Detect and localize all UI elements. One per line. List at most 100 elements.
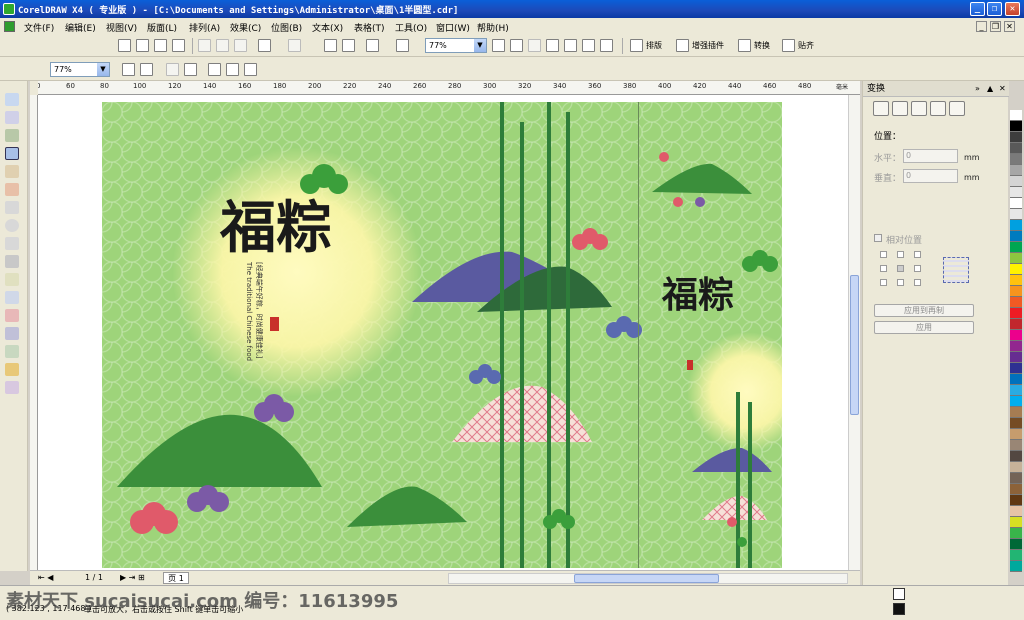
palette-swatch[interactable] [1010,121,1022,132]
enhance-plugin-icon[interactable] [676,39,689,52]
horizontal-scrollbar[interactable] [448,573,848,584]
zoom-selected-icon[interactable] [528,39,541,52]
menu-edit[interactable]: 编辑(E) [65,21,96,34]
crop-tool-icon[interactable] [5,129,19,142]
zoom-in-icon[interactable] [122,63,135,76]
palette-swatch[interactable] [1010,198,1022,209]
anchor-center[interactable] [897,265,904,272]
palette-swatch[interactable] [1010,176,1022,187]
drawing-canvas[interactable]: 福粽 福粽 [经典端午好粽，时尚健康佳礼] The traditional Ch… [38,95,848,570]
imposition-icon[interactable] [630,39,643,52]
vertical-ruler[interactable] [30,95,38,570]
property-zoom-select[interactable]: 77% ▼ [50,62,110,77]
apply-to-duplicate-button[interactable]: 应用到再制 [874,304,974,317]
palette-swatch[interactable] [1010,385,1022,396]
palette-swatch[interactable] [1010,165,1022,176]
menu-text[interactable]: 文本(X) [312,21,343,34]
zoom-all-icon[interactable] [546,39,559,52]
interactive-tool-icon[interactable] [5,309,19,322]
palette-swatch[interactable] [1010,319,1022,330]
zoom-out-icon[interactable] [140,63,153,76]
palette-swatch[interactable] [1010,506,1022,517]
palette-swatch[interactable] [1010,242,1022,253]
fill-indicator-icon[interactable] [893,588,905,600]
horizontal-field[interactable]: 0 [903,149,958,163]
palette-swatch[interactable] [1010,154,1022,165]
imposition-label[interactable]: 排版 [646,40,662,51]
palette-swatch[interactable] [1010,220,1022,231]
palette-swatch[interactable] [1010,231,1022,242]
snap-label[interactable]: 贴齐 [798,40,814,51]
restore-button[interactable]: ❐ [987,2,1002,16]
fill-tool-icon[interactable] [5,363,19,376]
palette-swatch[interactable] [1010,253,1022,264]
palette-swatch[interactable] [1010,440,1022,451]
palette-swatch[interactable] [1010,143,1022,154]
basic-shapes-tool-icon[interactable] [5,255,19,268]
skew-tab-icon[interactable] [949,101,965,116]
outline-tool-icon[interactable] [5,345,19,358]
docker-close-icon[interactable]: ✕ [999,84,1006,93]
pick-tool-icon[interactable] [5,93,19,106]
color-palette[interactable] [1010,110,1022,580]
anchor-bl[interactable] [880,279,887,286]
palette-swatch[interactable] [1010,528,1022,539]
convert-label[interactable]: 转换 [754,40,770,51]
zoom-tool-icon[interactable] [5,147,19,160]
horizontal-ruler[interactable]: 0 60 80 100 120 140 160 180 200 220 240 … [30,81,860,95]
palette-swatch[interactable] [1010,451,1022,462]
save-icon[interactable] [154,39,167,52]
apply-button[interactable]: 应用 [874,321,974,334]
zoom-page-icon[interactable] [564,39,577,52]
palette-swatch[interactable] [1010,286,1022,297]
minimize-button[interactable]: _ [970,2,985,16]
palette-swatch[interactable] [1010,418,1022,429]
zoom-page-icon[interactable] [208,63,221,76]
palette-swatch[interactable] [1010,110,1022,121]
zoom-all-icon[interactable] [184,63,197,76]
docker-expand-icon[interactable]: » [975,84,980,93]
page-tab[interactable]: 页 1 [163,572,189,584]
zoom-out-icon[interactable] [510,39,523,52]
palette-swatch[interactable] [1010,187,1022,198]
menu-table[interactable]: 表格(T) [354,21,385,34]
palette-swatch[interactable] [1010,550,1022,561]
palette-swatch[interactable] [1010,352,1022,363]
rotate-tab-icon[interactable] [892,101,908,116]
palette-swatch[interactable] [1010,561,1022,572]
outline-indicator-icon[interactable] [893,603,905,615]
menu-arrange[interactable]: 排列(A) [189,21,220,34]
palette-swatch[interactable] [1010,132,1022,143]
anchor-br[interactable] [914,279,921,286]
cut-icon[interactable] [198,39,211,52]
size-tab-icon[interactable] [930,101,946,116]
zoom-width-icon[interactable] [582,39,595,52]
palette-swatch[interactable] [1010,462,1022,473]
copy-icon[interactable] [216,39,229,52]
palette-swatch[interactable] [1010,308,1022,319]
position-tab-icon[interactable] [873,101,889,116]
palette-swatch[interactable] [1010,264,1022,275]
zoom-width-icon[interactable] [226,63,239,76]
next-page-icon[interactable]: ▶ ⇥ ⊞ [120,573,145,582]
palette-swatch[interactable] [1010,396,1022,407]
anchor-ml[interactable] [880,265,887,272]
vertical-scrollbar[interactable] [848,95,860,570]
ruler-origin[interactable] [30,81,38,95]
palette-swatch[interactable] [1010,484,1022,495]
menu-tools[interactable]: 工具(O) [395,21,427,34]
anchor-bc[interactable] [897,279,904,286]
document-icon[interactable] [4,21,15,32]
menu-bitmaps[interactable]: 位图(B) [271,21,302,34]
table-tool-icon[interactable] [5,291,19,304]
menu-help[interactable]: 帮助(H) [477,21,509,34]
menu-window[interactable]: 窗口(W) [436,21,470,34]
doc-restore-button[interactable]: ❐ [990,21,1001,32]
coreldraw-app-icon[interactable] [3,3,15,15]
snap-icon[interactable] [782,39,795,52]
first-page-icon[interactable]: ⇤ ◀ [38,573,53,582]
palette-swatch[interactable] [1010,297,1022,308]
menu-layout[interactable]: 版面(L) [147,21,177,34]
ellipse-tool-icon[interactable] [5,219,19,232]
menu-file[interactable]: 文件(F) [24,21,54,34]
